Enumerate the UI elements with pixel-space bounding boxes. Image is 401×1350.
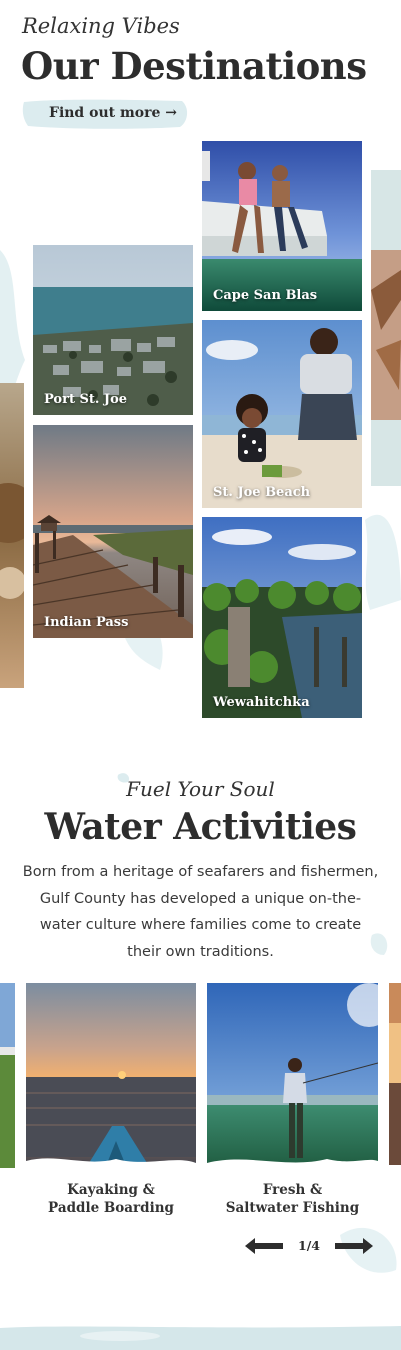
destination-tile-st-joe-beach[interactable]: St. Joe Beach xyxy=(202,320,362,508)
activity-card-partial-left[interactable] xyxy=(0,983,15,1168)
activity-label-fishing[interactable]: Fresh & Saltwater Fishing xyxy=(207,1181,378,1217)
starfish-photo xyxy=(371,170,401,486)
destination-label-cape-san-blas: Cape San Blas xyxy=(213,288,318,303)
activities-description: Born from a heritage of seafarers and fi… xyxy=(22,864,379,960)
find-out-more-button[interactable]: Find out more → xyxy=(22,98,190,130)
destination-tile-cape-san-blas[interactable]: Cape San Blas xyxy=(202,141,362,311)
destination-tile-partial-left[interactable] xyxy=(0,383,24,688)
destinations-title: Our Destinations xyxy=(21,44,367,88)
destination-label-wewahitchka: Wewahitchka xyxy=(213,695,310,710)
partial-right-photo xyxy=(389,983,401,1165)
destination-label-st-joe-beach: St. Joe Beach xyxy=(213,485,311,500)
pager-indicator: 1/4 xyxy=(298,1238,320,1253)
destination-tile-indian-pass[interactable]: Indian Pass xyxy=(33,425,193,638)
activity-label-kayaking-line2: Paddle Boarding xyxy=(48,1200,174,1216)
destination-tile-port-st-joe[interactable]: Port St. Joe xyxy=(33,245,193,415)
footer-wash xyxy=(0,1326,401,1350)
partial-left-photo xyxy=(0,983,15,1168)
cape-san-blas-photo xyxy=(202,141,362,311)
activity-label-fishing-line1: Fresh & xyxy=(262,1182,323,1198)
activity-card-partial-right[interactable] xyxy=(389,983,401,1165)
activities-title: Water Activities xyxy=(44,806,357,848)
activity-label-fishing-line2: Saltwater Fishing xyxy=(225,1200,360,1216)
activity-label-kayaking-line1: Kayaking & xyxy=(67,1182,155,1198)
activity-label-kayaking[interactable]: Kayaking & Paddle Boarding xyxy=(26,1181,196,1217)
destination-label-indian-pass: Indian Pass xyxy=(44,615,129,630)
destination-label-port-st-joe: Port St. Joe xyxy=(44,392,128,407)
find-out-more-label: Find out more → xyxy=(49,105,177,121)
st-joe-beach-photo xyxy=(202,320,362,508)
activity-card-kayaking[interactable] xyxy=(26,983,196,1171)
wewahitchka-photo xyxy=(202,517,362,718)
indian-pass-photo xyxy=(33,425,193,638)
kayaking-photo xyxy=(26,983,196,1171)
port-st-joe-photo xyxy=(33,245,193,415)
destination-tile-partial-right[interactable] xyxy=(371,170,401,486)
prev-arrow-icon[interactable] xyxy=(243,1236,285,1256)
destinations-eyebrow: Relaxing Vibes xyxy=(22,14,180,38)
destination-tile-wewahitchka[interactable]: Wewahitchka xyxy=(202,517,362,718)
activity-card-fishing[interactable] xyxy=(207,983,378,1171)
next-arrow-icon[interactable] xyxy=(333,1236,375,1256)
fishing-photo xyxy=(207,983,378,1171)
activities-eyebrow: Fuel Your Soul xyxy=(126,777,275,801)
sea-urchin-photo xyxy=(0,383,24,688)
